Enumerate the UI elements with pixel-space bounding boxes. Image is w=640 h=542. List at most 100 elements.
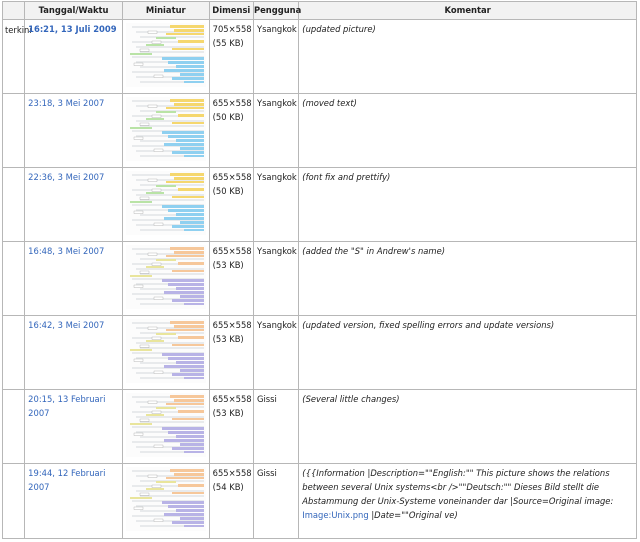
user-name: Ysangkok <box>256 320 297 330</box>
comment-cell: (added the "S" in Andrew's name) <box>298 241 637 316</box>
user-name: Gissi <box>256 468 277 478</box>
comment-text: ({{Information |Description=""English:""… <box>299 464 636 522</box>
status-label <box>3 390 24 393</box>
thumbnail-link[interactable] <box>125 245 206 309</box>
status-cell <box>1 167 26 242</box>
thumbnail-link[interactable] <box>125 467 206 531</box>
thumbnail-cell <box>121 19 210 94</box>
comment-cell: (Several little changes) <box>298 389 637 464</box>
history-row: 23:18, 3 Mei 2007 655×558 (50 KB) Ysangkok (… <box>1 93 637 168</box>
user-cell: Ysangkok <box>252 19 300 94</box>
comment-main: (font fix and prettify) <box>302 172 391 182</box>
file-size-text: (53 KB) <box>212 334 244 344</box>
unix-history-thumbnail-image <box>125 23 206 87</box>
comment-text: (font fix and prettify) <box>299 168 636 184</box>
revision-date-link[interactable]: 16:21, 13 Juli 2009 <box>28 24 116 34</box>
comment-main: (updated version, fixed spelling errors … <box>302 320 555 330</box>
revision-date-link[interactable]: 23:18, 3 Mei 2007 <box>28 98 104 108</box>
unix-history-thumbnail-image <box>125 245 206 309</box>
status-label: terkini <box>5 25 32 35</box>
status-label <box>3 316 24 319</box>
history-row: 22:36, 3 Mei 2007 655×558 (50 KB) Ysangkok (… <box>1 167 637 242</box>
status-label <box>3 464 24 467</box>
thumbnail-link[interactable] <box>125 319 206 383</box>
dimensions-text: 655×558 <box>212 394 252 404</box>
file-size-text: (50 KB) <box>212 186 244 196</box>
date-cell: 19:44, 12 Februari 2007 <box>24 463 123 539</box>
history-row: 20:15, 13 Februari 2007 655×558 (53 KB) Gis… <box>1 389 637 464</box>
dimensions-cell: 655×558 (53 KB) <box>208 241 254 316</box>
unix-history-thumbnail-image <box>125 393 206 457</box>
comment-cell: ({{Information |Description=""English:""… <box>298 463 637 539</box>
status-cell <box>1 389 26 464</box>
thumbnail-link[interactable] <box>125 171 206 235</box>
file-size-text: (53 KB) <box>212 260 244 270</box>
revision-date-link[interactable]: 16:48, 3 Mei 2007 <box>28 246 104 256</box>
thumbnail-cell <box>121 463 210 539</box>
header-status <box>1 1 26 20</box>
thumbnail-cell <box>121 241 210 316</box>
history-row: 19:44, 12 Februari 2007 655×558 (54 KB) Gis… <box>1 463 637 539</box>
thumbnail-link[interactable] <box>125 23 206 87</box>
status-cell <box>1 93 26 168</box>
comment-text: (Several little changes) <box>299 390 636 406</box>
user-name: Gissi <box>256 394 277 404</box>
file-size-text: (50 KB) <box>212 112 244 122</box>
dimensions-text: 655×558 <box>212 468 252 478</box>
source-image-link[interactable]: Image:Unix.png <box>302 510 368 520</box>
date-cell: 16:21, 13 Juli 2009 <box>24 19 123 94</box>
user-cell: Gissi <box>252 389 300 464</box>
revision-date-link[interactable]: 20:15, 13 Februari 2007 <box>28 394 105 418</box>
comment-main: (updated picture) <box>302 24 376 34</box>
revision-date-link[interactable]: 19:44, 12 Februari 2007 <box>28 468 105 492</box>
file-size-text: (54 KB) <box>212 482 244 492</box>
comment-cell: (updated picture) <box>298 19 637 94</box>
dimensions-text: 655×558 <box>212 320 252 330</box>
dimensions-cell: 655×558 (54 KB) <box>208 463 254 539</box>
comment-text: (moved text) <box>299 94 636 110</box>
comment-text: (added the "S" in Andrew's name) <box>299 242 636 258</box>
dimensions-text: 655×558 <box>212 172 252 182</box>
user-name: Ysangkok <box>256 246 297 256</box>
unix-history-thumbnail-image <box>125 467 206 531</box>
user-name: Ysangkok <box>256 24 297 34</box>
user-cell: Ysangkok <box>252 167 300 242</box>
comment-cell: (font fix and prettify) <box>298 167 637 242</box>
status-cell: terkini <box>1 19 32 94</box>
comment-tail: |Date=""Original ve) <box>368 510 458 520</box>
thumbnail-link[interactable] <box>125 393 206 457</box>
comment-text: (updated version, fixed spelling errors … <box>299 316 636 332</box>
revision-date-link[interactable]: 22:36, 3 Mei 2007 <box>28 172 104 182</box>
header-dimensions: Dimensi <box>208 1 254 20</box>
date-cell: 16:48, 3 Mei 2007 <box>24 241 123 316</box>
user-cell: Ysangkok <box>252 315 300 390</box>
comment-cell: (updated version, fixed spelling errors … <box>298 315 637 390</box>
history-row: 16:42, 3 Mei 2007 655×558 (53 KB) Ysangkok (… <box>1 315 637 390</box>
status-cell <box>1 241 26 316</box>
user-cell: Ysangkok <box>252 93 300 168</box>
thumbnail-cell <box>121 167 210 242</box>
user-cell: Ysangkok <box>252 241 300 316</box>
user-name: Ysangkok <box>256 98 297 108</box>
thumbnail-cell <box>121 389 210 464</box>
header-user: Pengguna <box>252 1 301 20</box>
date-cell: 16:42, 3 Mei 2007 <box>24 315 123 390</box>
history-row: 16:48, 3 Mei 2007 655×558 (53 KB) Ysangkok (… <box>1 241 637 316</box>
dimensions-text: 655×558 <box>212 98 252 108</box>
thumbnail-cell <box>121 93 210 168</box>
thumbnail-link[interactable] <box>125 97 206 161</box>
user-cell: Gissi <box>252 463 300 539</box>
header-comment: Komentar <box>298 1 637 20</box>
dimensions-cell: 655×558 (50 KB) <box>208 167 254 242</box>
file-size-text: (55 KB) <box>212 38 244 48</box>
dimensions-cell: 705×558 (55 KB) <box>208 19 254 94</box>
status-cell <box>1 463 26 539</box>
comment-cell: (moved text) <box>298 93 637 168</box>
file-history-table: Tanggal/Waktu Miniatur Dimensi Pengguna … <box>1 1 637 539</box>
dimensions-text: 705×558 <box>212 24 252 34</box>
revision-date-link[interactable]: 16:42, 3 Mei 2007 <box>28 320 104 330</box>
dimensions-text: 655×558 <box>212 246 252 256</box>
comment-main: (Several little changes) <box>302 394 400 404</box>
dimensions-cell: 655×558 (50 KB) <box>208 93 254 168</box>
status-cell <box>1 315 26 390</box>
